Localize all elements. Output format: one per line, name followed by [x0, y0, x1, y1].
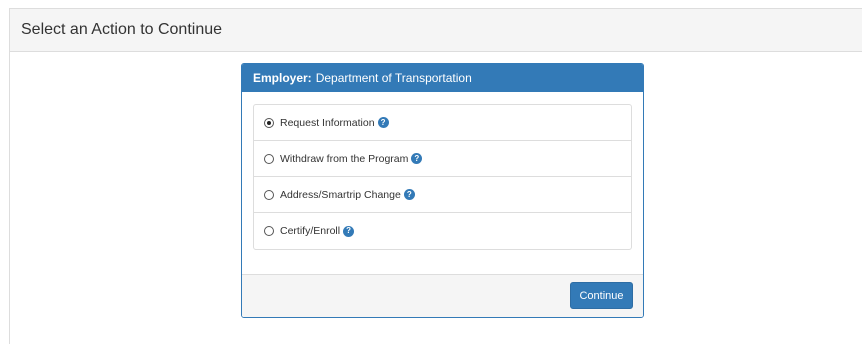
- radio-request-information[interactable]: [264, 117, 274, 128]
- employer-label: Employer:: [253, 71, 312, 85]
- employer-card-footer: Continue: [242, 274, 643, 317]
- option-label: Certify/Enroll: [280, 225, 341, 237]
- radio-address-smartrip-change[interactable]: [264, 189, 274, 200]
- option-address-smartrip-change[interactable]: Address/Smartrip Change ?: [254, 177, 631, 213]
- question-circle-icon[interactable]: ?: [411, 153, 423, 164]
- employer-name: Department of Transportation: [315, 71, 472, 85]
- option-label: Withdraw from the Program: [280, 152, 409, 165]
- question-circle-icon[interactable]: ?: [377, 117, 389, 128]
- option-certify-enroll[interactable]: Certify/Enroll ?: [254, 213, 631, 249]
- option-label: Address/Smartrip Change: [280, 188, 401, 201]
- action-options-list: Request Information ? Withdraw from the …: [253, 104, 632, 250]
- question-circle-icon[interactable]: ?: [343, 225, 355, 237]
- employer-card-heading: Employer: Department of Transportation: [242, 64, 643, 92]
- employer-card-body: Request Information ? Withdraw from the …: [242, 92, 643, 303]
- radio-withdraw-from-program[interactable]: [264, 153, 274, 164]
- employer-card: Employer: Department of Transportation R…: [241, 63, 644, 318]
- radio-certify-enroll[interactable]: [264, 226, 274, 236]
- continue-button[interactable]: Continue: [570, 282, 633, 309]
- option-label: Request Information: [280, 116, 375, 129]
- option-request-information[interactable]: Request Information ?: [254, 105, 631, 141]
- option-withdraw-from-program[interactable]: Withdraw from the Program ?: [254, 141, 631, 177]
- radio-selected-dot: [267, 120, 271, 125]
- question-circle-icon[interactable]: ?: [403, 189, 415, 200]
- page-title: Select an Action to Continue: [10, 9, 862, 52]
